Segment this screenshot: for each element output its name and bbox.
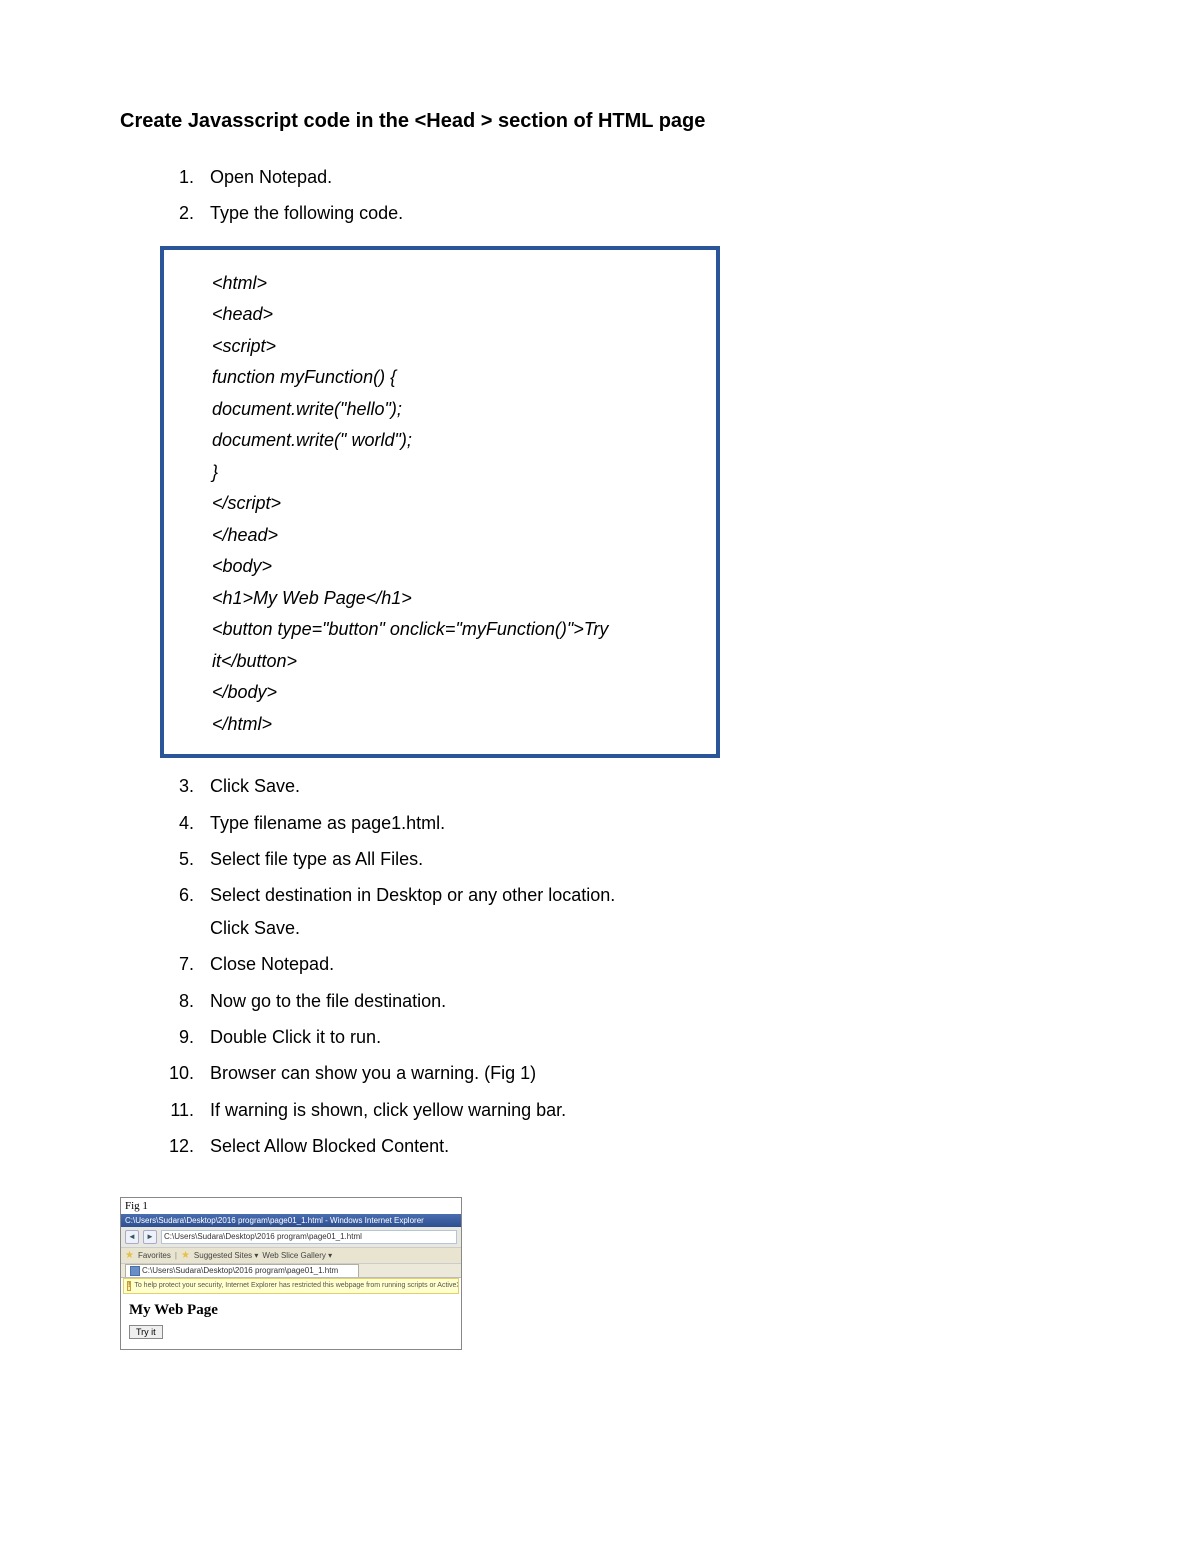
code-line: </script> (212, 488, 706, 520)
favorites-bar: ★ Favorites | ★ Suggested Sites ▾ Web Sl… (121, 1248, 461, 1264)
step-text: Click Save. (210, 776, 300, 796)
step-item: 11. If warning is shown, click yellow war… (160, 1094, 1080, 1126)
warning-text: To help protect your security, Internet … (134, 1282, 459, 1289)
step-number: 12. (160, 1130, 194, 1162)
code-line: <button type="button" onclick="myFunctio… (212, 614, 706, 646)
warning-icon: ! (127, 1281, 131, 1291)
code-line: document.write(" world"); (212, 425, 706, 457)
step-item: 3. Click Save. (160, 770, 1080, 802)
favorites-star-icon[interactable]: ★ (125, 1250, 134, 1261)
code-line: </body> (212, 677, 706, 709)
step-text: Type filename as page1.html. (210, 813, 445, 833)
step-number: 3. (160, 770, 194, 802)
step-number: 6. (160, 879, 194, 911)
step-subtext: Click Save. (210, 912, 1080, 944)
tab-label: C:\Users\Sudara\Desktop\2016 program\pag… (142, 1266, 338, 1275)
browser-address-bar: ◄ ► C:\Users\Sudara\Desktop\2016 program… (121, 1227, 461, 1248)
step-text: Now go to the file destination. (210, 991, 446, 1011)
browser-titlebar: C:\Users\Sudara\Desktop\2016 program\pag… (121, 1214, 461, 1227)
page-heading: My Web Page (129, 1302, 453, 1319)
security-warning-bar[interactable]: ! To help protect your security, Interne… (123, 1278, 459, 1294)
step-item: 12. Select Allow Blocked Content. (160, 1130, 1080, 1162)
step-item: 2. Type the following code. (160, 197, 1080, 229)
suggested-star-icon: ★ (181, 1250, 190, 1261)
figure-label: Fig 1 (121, 1198, 461, 1214)
page-body: My Web Page Try it (121, 1294, 461, 1349)
code-line: </head> (212, 520, 706, 552)
tab-bar: C:\Users\Sudara\Desktop\2016 program\pag… (121, 1264, 461, 1278)
code-line: <h1>My Web Page</h1> (212, 583, 706, 615)
step-item: 4. Type filename as page1.html. (160, 807, 1080, 839)
suggested-sites-link[interactable]: Suggested Sites ▾ (194, 1251, 259, 1260)
step-text: Double Click it to run. (210, 1027, 381, 1047)
step-number: 10. (160, 1057, 194, 1089)
code-line: it</button> (212, 646, 706, 678)
code-line: <script> (212, 331, 706, 363)
back-button-icon[interactable]: ◄ (125, 1230, 139, 1244)
code-line: document.write("hello"); (212, 394, 706, 426)
step-item: 5. Select file type as All Files. (160, 843, 1080, 875)
step-number: 9. (160, 1021, 194, 1053)
steps-pre-list: 1. Open Notepad. 2. Type the following cod… (160, 161, 1080, 230)
try-it-button[interactable]: Try it (129, 1325, 163, 1339)
steps-post-list: 3. Click Save. 4. Type filename as page1.ht… (160, 770, 1080, 1162)
step-number: 7. (160, 948, 194, 980)
step-text: Select destination in Desktop or any oth… (210, 885, 615, 905)
step-item: 10. Browser can show you a warning. (Fig … (160, 1057, 1080, 1089)
code-line: <body> (212, 551, 706, 583)
step-item: 8. Now go to the file destination. (160, 985, 1080, 1017)
step-text: Select file type as All Files. (210, 849, 423, 869)
web-slice-link[interactable]: Web Slice Gallery ▾ (262, 1251, 332, 1260)
browser-tab[interactable]: C:\Users\Sudara\Desktop\2016 program\pag… (125, 1264, 359, 1277)
address-input[interactable]: C:\Users\Sudara\Desktop\2016 program\pag… (161, 1230, 457, 1244)
forward-button-icon[interactable]: ► (143, 1230, 157, 1244)
step-number: 1. (160, 161, 194, 193)
step-item: 1. Open Notepad. (160, 161, 1080, 193)
figure-1: Fig 1 C:\Users\Sudara\Desktop\2016 progr… (120, 1197, 462, 1350)
code-line: <html> (212, 268, 706, 300)
step-item: 6. Select destination in Desktop or any o… (160, 879, 1080, 944)
step-text: Type the following code. (210, 203, 403, 223)
step-number: 4. (160, 807, 194, 839)
page-title: Create Javasscript code in the <Head > s… (120, 110, 1080, 133)
code-line: function myFunction() { (212, 362, 706, 394)
code-line: } (212, 457, 706, 489)
step-text: Close Notepad. (210, 954, 334, 974)
step-number: 11. (160, 1094, 194, 1126)
code-line: <head> (212, 299, 706, 331)
step-text: Open Notepad. (210, 167, 332, 187)
favorites-label[interactable]: Favorites (138, 1251, 171, 1260)
step-number: 8. (160, 985, 194, 1017)
step-item: 7. Close Notepad. (160, 948, 1080, 980)
code-example-box: <html><head><script>function myFunction(… (160, 246, 720, 759)
step-text: Browser can show you a warning. (Fig 1) (210, 1063, 536, 1083)
step-text: If warning is shown, click yellow warnin… (210, 1100, 566, 1120)
step-number: 2. (160, 197, 194, 229)
step-number: 5. (160, 843, 194, 875)
step-text: Select Allow Blocked Content. (210, 1136, 449, 1156)
page-icon (130, 1266, 140, 1276)
step-item: 9. Double Click it to run. (160, 1021, 1080, 1053)
code-line: </html> (212, 709, 706, 741)
